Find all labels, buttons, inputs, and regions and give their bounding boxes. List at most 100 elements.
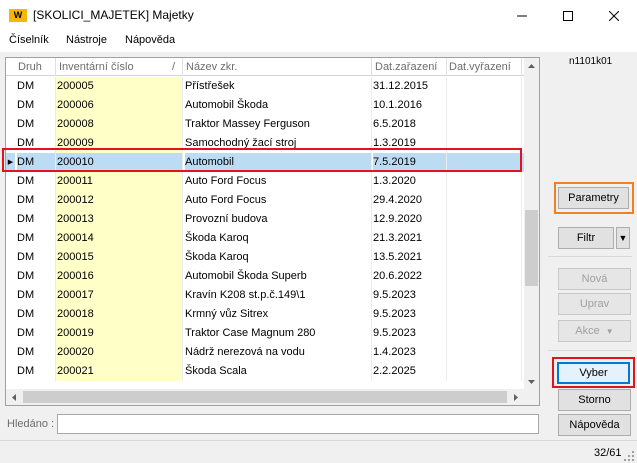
akce-button[interactable]: Akce ▼ xyxy=(558,320,631,342)
cell-nazev: Automobil xyxy=(185,153,371,172)
table-row[interactable]: DM 200013 Provozní budova 12.9.2020 xyxy=(6,210,524,229)
menu-napoveda[interactable]: Nápověda xyxy=(125,34,175,46)
table-row[interactable]: DM 200005 Přístřešek 31.12.2015 xyxy=(6,77,524,96)
column-header-dat-zarazeni[interactable]: Dat.zařazení xyxy=(375,61,437,73)
cell-divider xyxy=(446,229,447,248)
grid-header: Druh Inventární číslo / Název zkr. Dat.z… xyxy=(6,58,524,76)
cell-druh: DM xyxy=(17,346,35,358)
vertical-scrollbar[interactable] xyxy=(524,58,539,389)
cell-divider xyxy=(182,210,183,229)
close-icon xyxy=(609,10,619,21)
cell-divider xyxy=(371,115,372,134)
filtr-dropdown-button[interactable]: ▼ xyxy=(616,227,630,249)
cell-dat-vyrazeni xyxy=(447,210,524,229)
cell-divider xyxy=(521,77,522,96)
cell-divider xyxy=(182,96,183,115)
cell-divider xyxy=(446,324,447,343)
menu-ciselnik[interactable]: Číselník xyxy=(9,34,49,46)
cell-dat-zarazeni: 7.5.2019 xyxy=(373,153,447,172)
row-indicator xyxy=(6,191,15,210)
cell-divider xyxy=(371,77,372,96)
napoveda-button[interactable]: Nápověda xyxy=(558,414,631,436)
scroll-up-button[interactable] xyxy=(524,58,539,74)
cell-divider xyxy=(446,191,447,210)
column-separator xyxy=(55,58,56,76)
cell-inventarni-cislo: 200006 xyxy=(55,96,182,115)
table-row[interactable]: DM 200019 Traktor Case Magnum 280 9.5.2023 xyxy=(6,324,524,343)
close-button[interactable] xyxy=(591,0,637,31)
cell-divider xyxy=(182,172,183,191)
cell-nazev: Přístřešek xyxy=(185,80,235,92)
table-row[interactable]: DM 200009 Samochodný žací stroj 1.3.2019 xyxy=(6,134,524,153)
cell-divider xyxy=(55,134,56,153)
table-row[interactable]: ▶ DM 200010 Automobil 7.5.2019 xyxy=(6,153,524,172)
nova-button[interactable]: Nová xyxy=(558,268,631,290)
maximize-button[interactable] xyxy=(545,0,591,31)
horizontal-scroll-thumb[interactable] xyxy=(23,391,507,403)
search-label: Hledáno : xyxy=(7,418,55,430)
cell-divider xyxy=(446,210,447,229)
cell-nazev: Auto Ford Focus xyxy=(185,175,267,187)
horizontal-scrollbar[interactable] xyxy=(6,389,539,405)
cell-dat-vyrazeni xyxy=(447,172,524,191)
cell-druh: DM xyxy=(17,80,35,92)
column-separator xyxy=(371,58,372,76)
cell-divider xyxy=(55,96,56,115)
table-row[interactable]: DM 200012 Auto Ford Focus 29.4.2020 xyxy=(6,191,524,210)
cell-dat-zarazeni: 6.5.2018 xyxy=(373,118,416,130)
vertical-scroll-thumb[interactable] xyxy=(525,210,538,286)
scroll-left-button[interactable] xyxy=(6,389,22,405)
scroll-right-button[interactable] xyxy=(508,389,524,405)
table-row[interactable]: DM 200015 Škoda Karoq 13.5.2021 xyxy=(6,248,524,267)
table-row[interactable]: DM 200018 Krmný vůz Sitrex 9.5.2023 xyxy=(6,305,524,324)
row-indicator xyxy=(6,305,15,324)
cell-dat-zarazeni: 13.5.2021 xyxy=(373,251,422,263)
cell-druh: DM xyxy=(17,175,35,187)
minimize-button[interactable] xyxy=(499,0,545,31)
table-row[interactable]: DM 200016 Automobil Škoda Superb 20.6.2022 xyxy=(6,267,524,286)
cell-dat-vyrazeni xyxy=(447,134,524,153)
scroll-down-button[interactable] xyxy=(524,374,539,389)
table-row[interactable]: DM 200006 Automobil Škoda 10.1.2016 xyxy=(6,96,524,115)
maximize-icon xyxy=(563,10,573,21)
column-header-inventarni-cislo[interactable]: Inventární číslo xyxy=(59,61,134,73)
cell-divider xyxy=(446,77,447,96)
column-header-dat-vyrazeni[interactable]: Dat.vyřazení xyxy=(449,61,511,73)
search-input[interactable] xyxy=(57,414,539,434)
cell-divider xyxy=(521,286,522,305)
table-row[interactable]: DM 200008 Traktor Massey Ferguson 6.5.2018 xyxy=(6,115,524,134)
cell-divider xyxy=(182,191,183,210)
cell-inventarni-cislo: 200005 xyxy=(55,77,182,96)
table-row[interactable]: DM 200021 Škoda Scala 2.2.2025 xyxy=(6,362,524,381)
resize-grip-icon[interactable] xyxy=(624,451,634,461)
table-row[interactable]: DM 200017 Kravín K208 st.p.č.149\1 9.5.2023 xyxy=(6,286,524,305)
cell-inventarni-cislo: 200020 xyxy=(55,343,182,362)
status-bar: 32/61 xyxy=(0,440,637,463)
filtr-button[interactable]: Filtr xyxy=(558,227,614,249)
cell-divider xyxy=(521,362,522,381)
cell-nazev: Traktor Case Magnum 280 xyxy=(185,327,316,339)
table-row[interactable]: DM 200020 Nádrž nerezová na vodu 1.4.2023 xyxy=(6,343,524,362)
cell-divider xyxy=(446,248,447,267)
vyber-button[interactable]: Vyber xyxy=(557,362,630,384)
cell-divider xyxy=(521,96,522,115)
cell-druh: DM xyxy=(17,327,35,339)
cell-divider xyxy=(521,248,522,267)
cell-druh: DM xyxy=(17,153,57,172)
cell-divider xyxy=(182,343,183,362)
scroll-up-icon xyxy=(528,64,535,68)
parametry-button[interactable]: Parametry xyxy=(558,187,629,209)
table-row[interactable]: DM 200014 Škoda Karoq 21.3.2021 xyxy=(6,229,524,248)
table-row[interactable]: DM 200011 Auto Ford Focus 1.3.2020 xyxy=(6,172,524,191)
menu-nastroje[interactable]: Nástroje xyxy=(66,34,107,46)
column-header-druh[interactable]: Druh xyxy=(18,61,42,73)
cell-inventarni-cislo: 200016 xyxy=(55,267,182,286)
cell-divider xyxy=(446,172,447,191)
cell-divider xyxy=(521,267,522,286)
cell-divider xyxy=(521,172,522,191)
storno-button[interactable]: Storno xyxy=(558,389,631,411)
cell-inventarni-cislo: 200015 xyxy=(55,248,182,267)
column-header-nazev[interactable]: Název zkr. xyxy=(186,61,237,73)
assets-grid[interactable]: Druh Inventární číslo / Název zkr. Dat.z… xyxy=(5,57,540,406)
uprav-button[interactable]: Uprav xyxy=(558,293,631,315)
